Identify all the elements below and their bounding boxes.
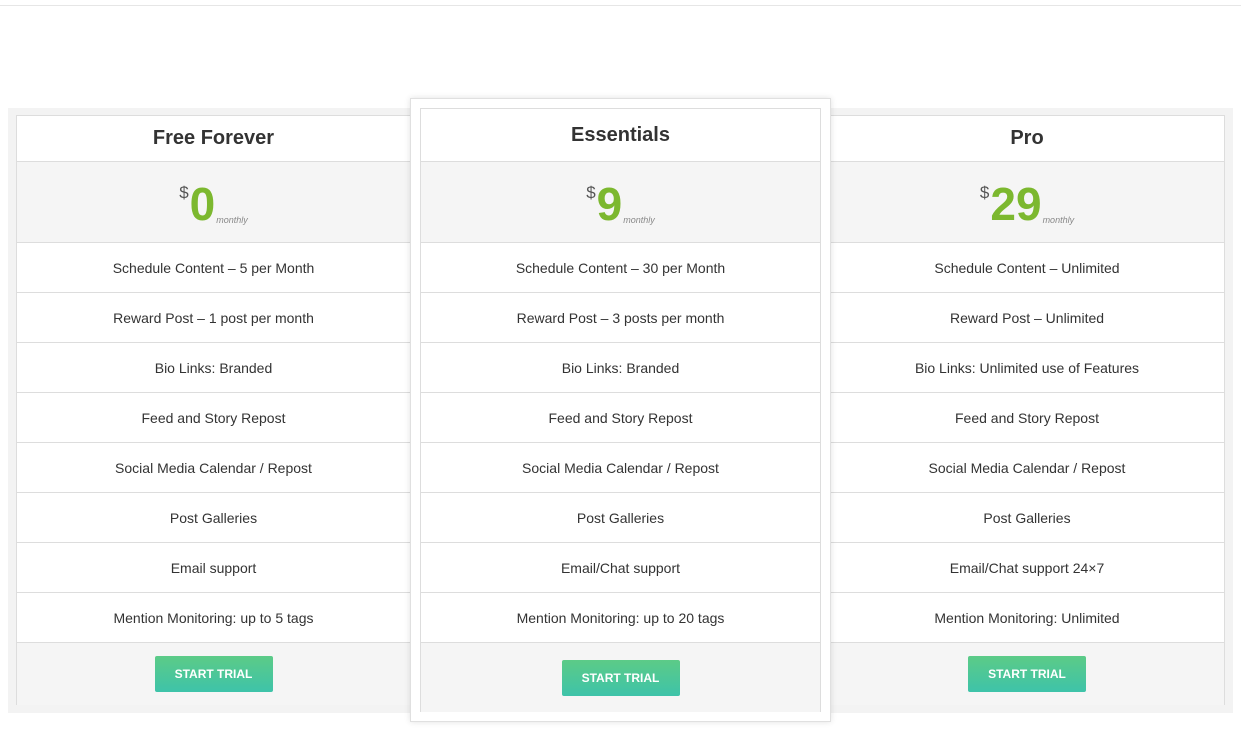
plan-card-essentials: Essentials $ 9 monthly Schedule Content … [410,98,831,722]
feature-item: Bio Links: Branded [421,343,820,393]
feature-item: Feed and Story Repost [421,393,820,443]
feature-item: Social Media Calendar / Repost [830,443,1224,493]
price-period: monthly [623,215,655,225]
price-row: $ 9 monthly [421,162,820,243]
feature-item: Post Galleries [17,493,410,543]
price: $ 29 monthly [980,181,1074,227]
price-amount: 0 [189,178,216,230]
feature-item: Feed and Story Repost [17,393,410,443]
cta-row: START TRIAL [830,643,1224,705]
feature-item: Schedule Content – 30 per Month [421,243,820,293]
price-amount: 29 [990,178,1042,230]
feature-item: Reward Post – Unlimited [830,293,1224,343]
feature-item: Reward Post – 3 posts per month [421,293,820,343]
plan-card-pro: Pro $ 29 monthly Schedule Content – Unli… [829,115,1225,705]
feature-item: Email support [17,543,410,593]
plan-card-inner: Essentials $ 9 monthly Schedule Content … [420,108,821,712]
feature-item: Mention Monitoring: up to 20 tags [421,593,820,643]
plan-title: Essentials [421,109,820,162]
top-divider [0,5,1241,6]
price: $ 9 monthly [586,181,655,227]
price: $ 0 monthly [179,181,248,227]
feature-item: Post Galleries [421,493,820,543]
feature-item: Mention Monitoring: up to 5 tags [17,593,410,643]
currency-symbol: $ [979,183,990,202]
feature-item: Post Galleries [830,493,1224,543]
feature-item: Schedule Content – 5 per Month [17,243,410,293]
feature-item: Social Media Calendar / Repost [421,443,820,493]
start-trial-button-free[interactable]: START TRIAL [154,656,273,692]
plan-title: Pro [830,116,1224,162]
feature-item: Bio Links: Branded [17,343,410,393]
start-trial-button-pro[interactable]: START TRIAL [968,656,1086,692]
start-trial-button-essentials[interactable]: START TRIAL [561,659,680,696]
price-period: monthly [216,215,248,225]
currency-symbol: $ [586,183,596,202]
feature-item: Bio Links: Unlimited use of Features [830,343,1224,393]
feature-item: Social Media Calendar / Repost [17,443,410,493]
plan-card-free-forever: Free Forever $ 0 monthly Schedule Conten… [16,115,411,705]
feature-item: Email/Chat support [421,543,820,593]
feature-item: Feed and Story Repost [830,393,1224,443]
feature-item: Email/Chat support 24×7 [830,543,1224,593]
price-row: $ 29 monthly [830,162,1224,243]
price-period: monthly [1042,215,1075,225]
price-amount: 9 [596,178,623,230]
plan-title: Free Forever [17,116,410,162]
feature-item: Mention Monitoring: Unlimited [830,593,1224,643]
feature-item: Schedule Content – Unlimited [830,243,1224,293]
feature-item: Reward Post – 1 post per month [17,293,410,343]
cta-row: START TRIAL [421,643,820,712]
price-row: $ 0 monthly [17,162,410,243]
cta-row: START TRIAL [17,643,410,705]
currency-symbol: $ [179,183,189,202]
